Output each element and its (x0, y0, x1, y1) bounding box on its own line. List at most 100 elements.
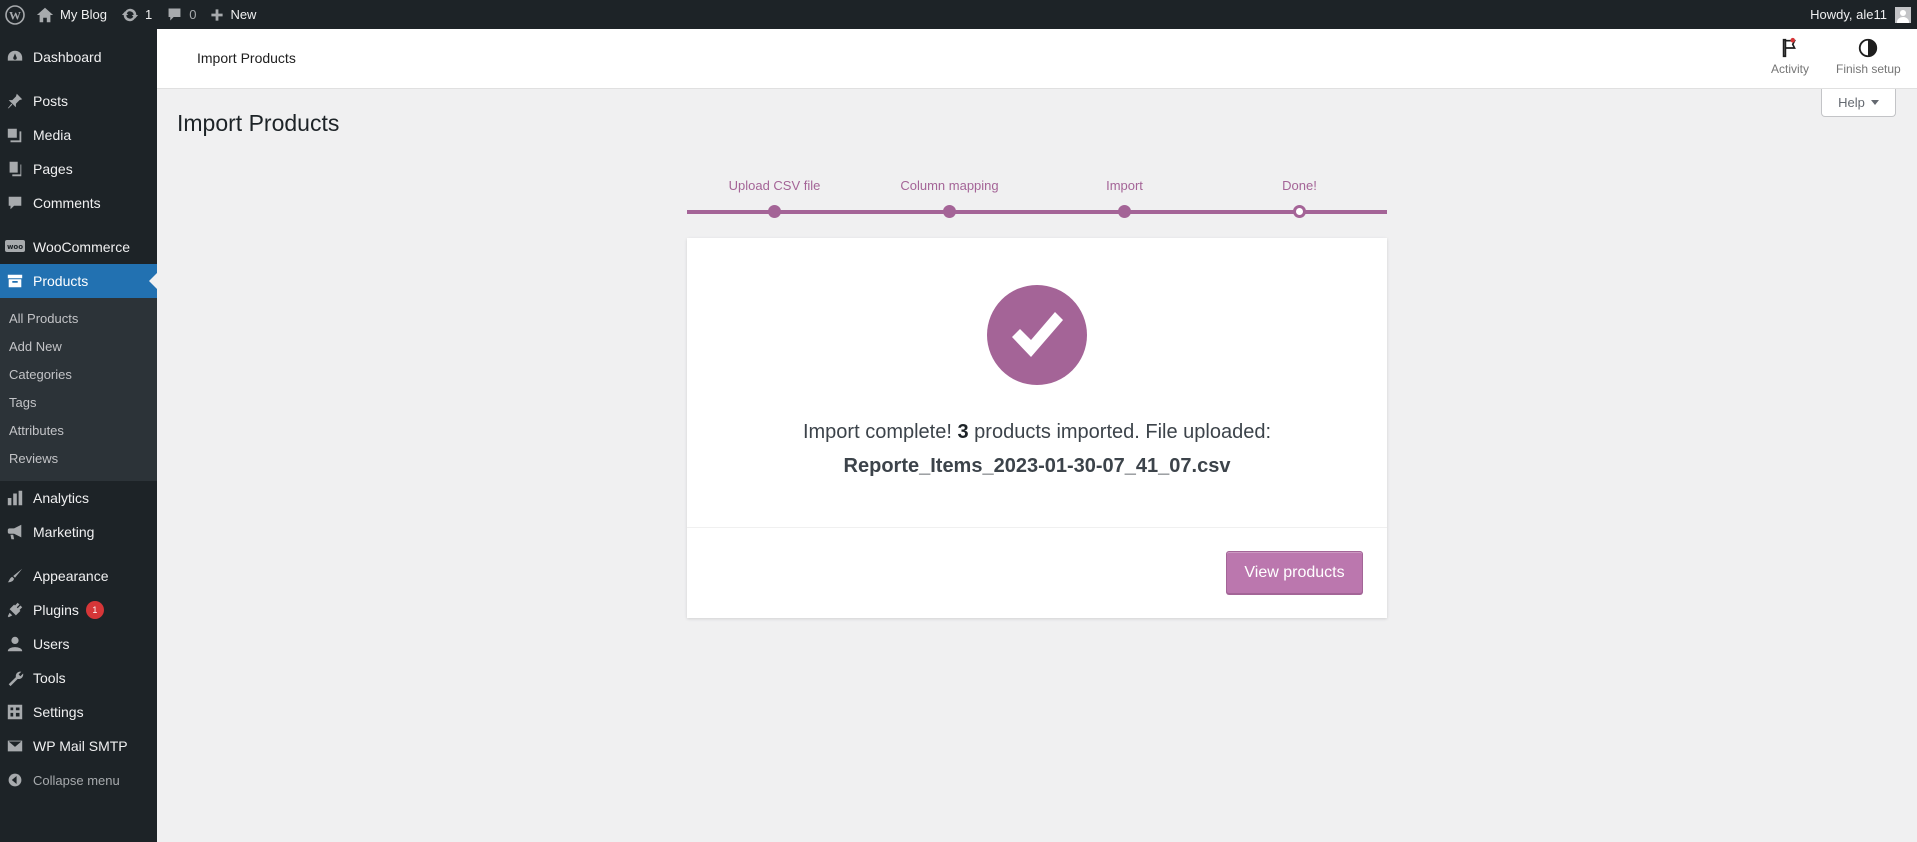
sidebar-item-label: Comments (33, 195, 101, 211)
brush-icon (5, 566, 25, 586)
import-complete-prefix: Import complete! (802, 421, 952, 443)
imported-count: 3 (957, 421, 969, 443)
admin-bar: W My Blog 1 0 New Howdy, ale11 (0, 0, 1917, 29)
submenu-tags[interactable]: Tags (0, 389, 157, 417)
comments-link[interactable]: 0 (159, 0, 203, 29)
activity-button[interactable]: Activity (1771, 37, 1809, 76)
card-divider (687, 527, 1387, 528)
step-label: Import (1106, 178, 1143, 193)
submenu-all-products[interactable]: All Products (0, 305, 157, 333)
media-icon (5, 125, 25, 145)
sidebar-item-comments[interactable]: Comments (0, 186, 157, 220)
updates-icon (121, 8, 139, 21)
import-progress-steps: Upload CSV file Column mapping Import Do… (687, 178, 1387, 218)
sidebar-item-label: Users (33, 636, 70, 652)
finish-setup-label: Finish setup (1836, 62, 1901, 76)
step-dot (943, 205, 956, 218)
step-done: Done! (1212, 178, 1387, 218)
checkmark-icon (987, 285, 1087, 385)
view-products-button[interactable]: View products (1226, 551, 1363, 594)
step-dot-active (1293, 205, 1306, 218)
step-import: Import (1037, 178, 1212, 218)
plugins-update-badge: 1 (85, 601, 104, 619)
sidebar-item-appearance[interactable]: Appearance (0, 559, 157, 593)
sidebar-item-label: Analytics (33, 490, 90, 506)
wordpress-icon: W (4, 4, 25, 25)
sidebar-item-label: WooCommerce (33, 239, 130, 255)
dashboard-icon (5, 47, 25, 67)
caret-down-icon (1870, 100, 1879, 105)
flag-icon (1782, 37, 1796, 58)
pages-icon (5, 159, 25, 179)
home-icon (36, 7, 54, 22)
collapse-icon (5, 770, 25, 790)
new-label: New (230, 7, 257, 22)
step-label: Done! (1282, 178, 1317, 193)
wordpress-logo-button[interactable]: W (0, 0, 29, 29)
mail-icon (5, 736, 25, 756)
plug-icon (5, 600, 25, 620)
products-submenu: All Products Add New Categories Tags Att… (0, 298, 157, 481)
settings-icon (5, 702, 25, 722)
sidebar-item-settings[interactable]: Settings (0, 695, 157, 729)
progress-line (687, 210, 1387, 214)
finish-setup-button[interactable]: Finish setup (1836, 37, 1901, 76)
avatar (1895, 6, 1911, 23)
sidebar-item-label: Pages (33, 161, 73, 177)
plus-icon (211, 8, 224, 21)
sidebar-item-label: Appearance (33, 568, 109, 584)
sidebar-item-analytics[interactable]: Analytics (0, 481, 157, 515)
sidebar-item-tools[interactable]: Tools (0, 661, 157, 695)
sidebar-item-label: Dashboard (33, 49, 102, 65)
svg-text:W: W (9, 8, 21, 22)
sidebar-item-label: Marketing (33, 524, 95, 540)
progress-circle-icon (1859, 38, 1878, 58)
sidebar-item-media[interactable]: Media (0, 118, 157, 152)
admin-sidebar: Dashboard Posts Media Pages Comments woo… (0, 29, 157, 842)
new-content-link[interactable]: New (203, 0, 263, 29)
sidebar-item-label: Posts (33, 93, 69, 109)
updates-link[interactable]: 1 (114, 0, 159, 29)
updates-count: 1 (144, 7, 153, 22)
step-dot (1118, 205, 1131, 218)
sidebar-item-wp-mail-smtp[interactable]: WP Mail SMTP (0, 729, 157, 763)
step-dot (768, 205, 781, 218)
step-label: Column mapping (900, 178, 999, 193)
svg-text:woo: woo (7, 243, 23, 251)
submenu-add-new[interactable]: Add New (0, 333, 157, 361)
comment-icon (168, 8, 181, 21)
wrench-icon (5, 668, 25, 688)
site-name: My Blog (60, 7, 107, 22)
submenu-attributes[interactable]: Attributes (0, 417, 157, 445)
sidebar-item-label: Products (33, 273, 89, 289)
sidebar-item-posts[interactable]: Posts (0, 84, 157, 118)
help-label: Help (1838, 95, 1865, 110)
sidebar-item-plugins[interactable]: Plugins 1 (0, 593, 157, 627)
submenu-categories[interactable]: Categories (0, 361, 157, 389)
sidebar-item-label: Plugins (33, 602, 79, 618)
sidebar-item-label: Tools (33, 670, 66, 686)
chart-icon (5, 488, 25, 508)
sidebar-item-products[interactable]: Products (0, 264, 157, 298)
archive-icon (5, 271, 25, 291)
header-title: Import Products (197, 50, 296, 66)
import-result-card: Import complete! 3 products imported. Fi… (687, 238, 1387, 618)
sidebar-item-marketing[interactable]: Marketing (0, 515, 157, 549)
collapse-menu-button[interactable]: Collapse menu (0, 763, 157, 797)
sidebar-item-dashboard[interactable]: Dashboard (0, 40, 157, 74)
my-account-link[interactable]: Howdy, ale11 (1803, 0, 1917, 29)
help-tab-button[interactable]: Help (1821, 89, 1896, 117)
sidebar-item-users[interactable]: Users (0, 627, 157, 661)
sidebar-item-pages[interactable]: Pages (0, 152, 157, 186)
comment-icon (5, 193, 25, 213)
sidebar-item-label: WP Mail SMTP (33, 738, 128, 754)
megaphone-icon (5, 522, 25, 542)
step-column-mapping: Column mapping (862, 178, 1037, 218)
collapse-menu-label: Collapse menu (33, 772, 120, 788)
sidebar-item-woocommerce[interactable]: woo WooCommerce (0, 230, 157, 264)
sidebar-item-label: Settings (33, 704, 84, 720)
activity-label: Activity (1771, 62, 1810, 76)
site-name-link[interactable]: My Blog (29, 0, 114, 29)
submenu-reviews[interactable]: Reviews (0, 445, 157, 473)
howdy-text: Howdy, ale11 (1810, 7, 1887, 22)
